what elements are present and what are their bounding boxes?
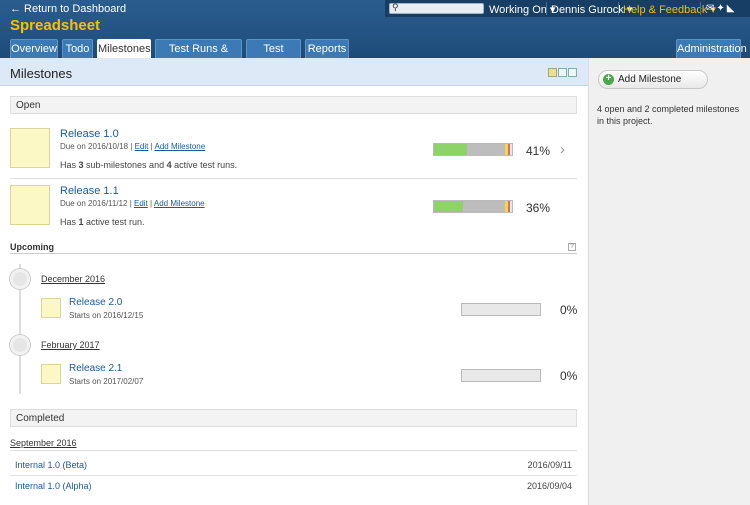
- search-icon: ⚲: [392, 2, 399, 12]
- social-icons: ✉✦◣: [706, 3, 736, 14]
- main-tabs: Overview Todo Milestones Test Runs & Res…: [0, 39, 750, 73]
- timeline-month: February 2017: [41, 340, 100, 350]
- help-icon[interactable]: ?: [568, 243, 576, 251]
- mail-icon[interactable]: ✉: [706, 3, 716, 14]
- add-milestone-link[interactable]: Add Milestone: [154, 199, 205, 208]
- completed-date: 2016/09/11: [527, 460, 572, 470]
- completed-date: 2016/09/04: [526, 481, 572, 491]
- completed-milestone-row: Internal 1.0 (Alpha) 2016/09/04: [10, 479, 577, 499]
- milestone-progress-bar: [461, 303, 541, 316]
- view-toggle: [548, 68, 578, 78]
- timeline-marker: [10, 269, 30, 289]
- project-title: Spreadsheet: [10, 17, 101, 34]
- milestone-progress-bar: [433, 143, 513, 156]
- timeline-month: December 2016: [41, 274, 106, 284]
- help-feedback-menu[interactable]: Help & Feedback ▾: [623, 3, 716, 16]
- section-open: Open: [10, 96, 577, 114]
- milestone-link[interactable]: Release 2.1: [69, 363, 122, 374]
- timeline-marker: [10, 335, 30, 355]
- edit-link[interactable]: Edit: [134, 199, 148, 208]
- milestone-due-date: Due on 2016/11/12: [60, 199, 128, 208]
- milestone-percent: 36%: [526, 201, 551, 215]
- chevron-right-icon[interactable]: ›: [560, 141, 565, 158]
- user-menu[interactable]: Dennis Gurock ▾: [551, 3, 632, 16]
- sidebar: + Add Milestone 4 open and 2 completed m…: [588, 58, 750, 505]
- tab-reports[interactable]: Reports: [305, 39, 349, 58]
- tab-test-runs[interactable]: Test Runs & Results: [155, 39, 242, 73]
- completed-milestone-link[interactable]: Internal 1.0 (Beta): [15, 460, 87, 470]
- add-milestone-button[interactable]: + Add Milestone: [598, 70, 708, 89]
- view-detail-icon[interactable]: [558, 68, 567, 77]
- search-input[interactable]: ⚲: [389, 2, 484, 14]
- tab-test-cases[interactable]: Test Cases: [246, 39, 301, 73]
- top-header: ← Return to Dashboard Spreadsheet ⚲ Work…: [0, 0, 750, 73]
- completed-milestone-link[interactable]: Internal 1.0 (Alpha): [15, 481, 92, 491]
- view-list-icon[interactable]: [568, 68, 577, 77]
- page-title-bar: Milestones: [0, 58, 588, 86]
- milestone-summary: 4 open and 2 completed milestones in thi…: [597, 104, 740, 126]
- return-to-dashboard-link[interactable]: ← Return to Dashboard: [10, 3, 126, 15]
- main-content: Milestones Open Release 1.0 Due on 2016/…: [0, 58, 588, 505]
- milestone-progress-bar: [461, 369, 541, 382]
- milestone-description: Has 1 active test run.: [60, 217, 145, 227]
- section-upcoming: Upcoming: [10, 242, 54, 252]
- milestone-description: Has 3 sub-milestones and 4 active test r…: [60, 160, 238, 170]
- tab-administration[interactable]: Administration: [676, 39, 747, 58]
- milestone-meta: Due on 2016/10/18 | Edit | Add Milestone: [60, 142, 206, 151]
- section-completed: Completed: [10, 409, 577, 427]
- tab-milestones[interactable]: Milestones: [97, 39, 151, 58]
- divider: [10, 178, 577, 179]
- edit-link[interactable]: Edit: [135, 142, 149, 151]
- milestone-percent: 41%: [526, 144, 551, 158]
- milestone-start-date: Starts on 2017/02/07: [69, 377, 144, 386]
- milestone-thumbnail: [41, 364, 61, 384]
- milestone-meta: Due on 2016/11/12 | Edit | Add Milestone: [60, 199, 205, 208]
- milestone-link[interactable]: Release 1.1: [60, 185, 119, 197]
- divider: [618, 2, 619, 15]
- divider: [700, 2, 701, 15]
- milestone-thumbnail: [10, 185, 50, 225]
- completed-month: September 2016: [10, 438, 77, 448]
- add-milestone-label: Add Milestone: [618, 74, 682, 85]
- divider: [10, 475, 577, 476]
- divider: [546, 2, 547, 15]
- add-milestone-link[interactable]: Add Milestone: [154, 142, 205, 151]
- milestone-link[interactable]: Release 2.0: [69, 297, 122, 308]
- milestone-thumbnail: [10, 128, 50, 168]
- twitter-icon[interactable]: ✦: [716, 3, 726, 14]
- milestone-percent: 0%: [560, 369, 578, 383]
- rss-icon[interactable]: ◣: [727, 3, 737, 14]
- page-title: Milestones: [10, 66, 73, 81]
- milestone-link[interactable]: Release 1.0: [60, 128, 119, 140]
- milestone-due-date: Due on 2016/10/18: [60, 142, 129, 151]
- milestone-start-date: Starts on 2016/12/15: [69, 311, 144, 320]
- divider: [10, 253, 577, 254]
- view-compact-icon[interactable]: [548, 68, 557, 77]
- tab-todo[interactable]: Todo: [62, 39, 93, 58]
- divider: [10, 450, 577, 451]
- milestone-progress-bar: [433, 200, 513, 213]
- milestone-percent: 0%: [560, 303, 578, 317]
- plus-icon: +: [603, 74, 614, 85]
- milestone-thumbnail: [41, 298, 61, 318]
- tab-overview[interactable]: Overview: [10, 39, 58, 58]
